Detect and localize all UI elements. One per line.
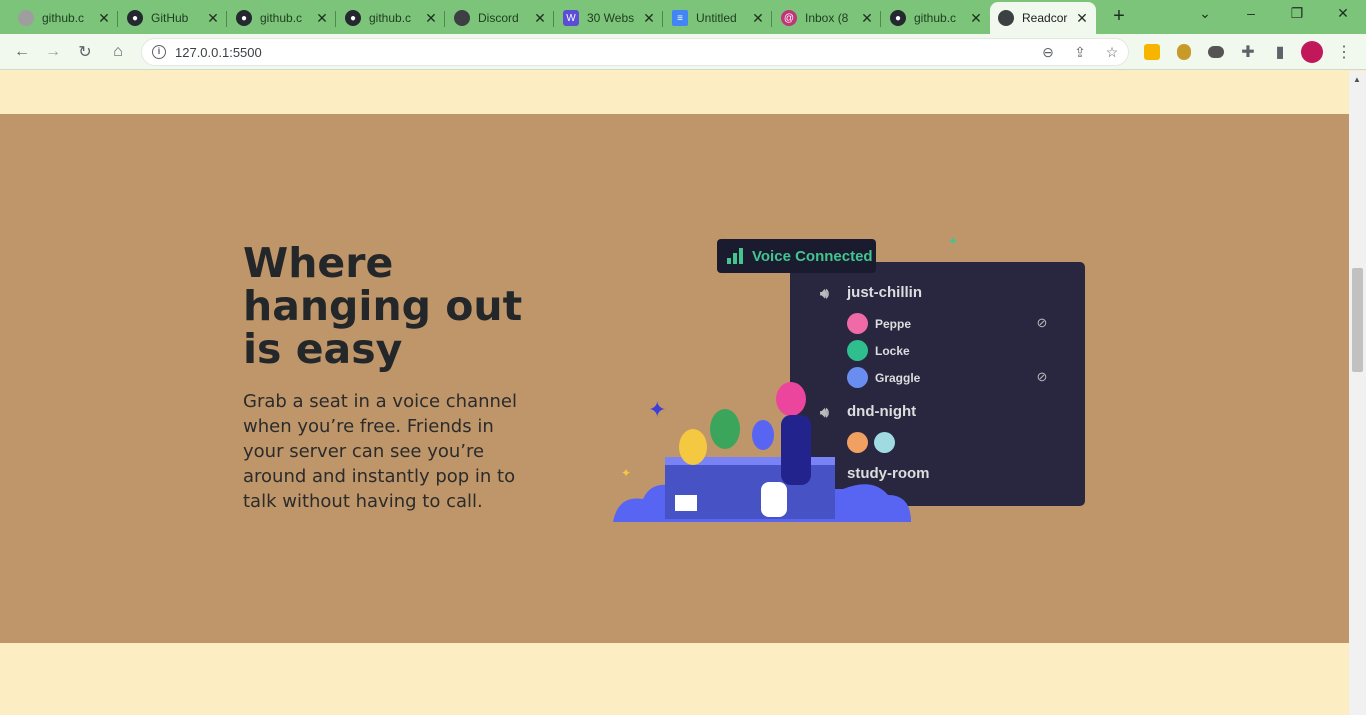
webflow-icon: W xyxy=(563,10,579,26)
tab-3[interactable]: ● github.c ✕ xyxy=(228,4,336,32)
close-icon[interactable]: ✕ xyxy=(425,10,437,27)
tab-9[interactable]: ● github.c ✕ xyxy=(882,4,990,32)
avatar xyxy=(847,340,868,361)
star-icon[interactable]: ☆ xyxy=(1103,44,1121,62)
box xyxy=(675,495,697,511)
scrollbar-thumb[interactable] xyxy=(1352,268,1363,372)
page-viewport: Where hanging out is easy Grab a seat in… xyxy=(0,71,1349,715)
close-icon[interactable]: ✕ xyxy=(861,10,873,27)
docs-icon: ≡ xyxy=(672,10,688,26)
voice-connected-badge: Voice Connected xyxy=(717,239,876,273)
headline: Where hanging out is easy xyxy=(243,239,523,373)
address-bar[interactable]: i 127.0.0.1:5500 ⊖ ⇪ ☆ xyxy=(141,38,1129,66)
pink-character-head xyxy=(776,382,806,416)
extension-keep-icon[interactable] xyxy=(1141,41,1163,63)
browser-toolbar: ← → ↻ ⌂ i 127.0.0.1:5500 ⊖ ⇪ ☆ ✚ ▮ ⋮ xyxy=(0,34,1366,70)
extensions-puzzle-icon[interactable]: ✚ xyxy=(1237,41,1259,63)
tab-title: Readcor xyxy=(1022,11,1068,25)
avatar xyxy=(847,313,868,334)
green-character xyxy=(710,409,740,449)
restore-button[interactable]: ❐ xyxy=(1285,5,1309,25)
github-icon: ● xyxy=(890,10,906,26)
github-icon: ● xyxy=(127,10,143,26)
close-icon[interactable]: ✕ xyxy=(752,10,764,27)
reload-icon[interactable]: ↻ xyxy=(74,41,96,63)
tab-title: github.c xyxy=(914,11,957,25)
back-icon[interactable]: ← xyxy=(11,41,33,63)
member-name: Peppe xyxy=(875,316,912,331)
tab-8[interactable]: @ Inbox (8 ✕ xyxy=(773,4,881,32)
tab-title: Discord xyxy=(478,11,519,25)
tab-5[interactable]: Discord ✕ xyxy=(446,4,554,32)
menu-icon[interactable]: ⋮ xyxy=(1333,41,1355,63)
tab-4[interactable]: ● github.c ✕ xyxy=(337,4,445,32)
tab-6[interactable]: W 30 Webs ✕ xyxy=(555,4,663,32)
close-icon[interactable]: ✕ xyxy=(316,10,328,27)
scrollbar[interactable]: ▲ xyxy=(1349,71,1366,715)
url-text[interactable]: 127.0.0.1:5500 xyxy=(175,45,262,60)
close-icon[interactable]: ✕ xyxy=(1076,10,1088,27)
close-icon[interactable]: ✕ xyxy=(207,10,219,27)
profile-avatar[interactable] xyxy=(1301,41,1323,63)
tab-strip: github.c ✕ ● GitHub ✕ ● github.c ✕ ● git… xyxy=(0,0,1366,34)
extension-lion-icon[interactable] xyxy=(1173,41,1195,63)
mail-icon: @ xyxy=(781,10,797,26)
tab-7[interactable]: ≡ Untitled ✕ xyxy=(664,4,772,32)
description: Grab a seat in a voice channel when you’… xyxy=(243,391,518,512)
sparkle-icon: ✦ xyxy=(948,234,959,248)
pink-character-body xyxy=(781,415,811,485)
tab-title: Untitled xyxy=(696,11,737,25)
close-window-button[interactable]: ✕ xyxy=(1331,5,1355,25)
tab-search-icon[interactable]: ⌄ xyxy=(1193,5,1217,25)
tab-title: github.c xyxy=(260,11,303,25)
github-icon: ● xyxy=(236,10,252,26)
tab-2[interactable]: ● GitHub ✕ xyxy=(119,4,227,32)
share-icon[interactable]: ⇪ xyxy=(1071,44,1089,62)
site-info-icon[interactable]: i xyxy=(152,45,166,59)
forward-icon[interactable]: → xyxy=(42,41,64,63)
tab-title: github.c xyxy=(369,11,412,25)
close-icon[interactable]: ✕ xyxy=(534,10,546,27)
channel-just-chillin[interactable]: 🔊︎ just-chillin xyxy=(820,284,922,301)
close-icon[interactable]: ✕ xyxy=(970,10,982,27)
close-icon[interactable]: ✕ xyxy=(643,10,655,27)
voice-connected-label: Voice Connected xyxy=(752,247,873,265)
member-locke[interactable]: Locke xyxy=(847,340,910,361)
globe-icon xyxy=(454,10,470,26)
side-panel-icon[interactable]: ▮ xyxy=(1269,41,1291,63)
member-peppe[interactable]: Peppe xyxy=(847,313,911,334)
blue-character xyxy=(752,420,774,450)
minimize-button[interactable]: – xyxy=(1239,5,1263,25)
tab-1[interactable]: github.c ✕ xyxy=(10,4,118,32)
zoom-icon[interactable]: ⊖ xyxy=(1039,44,1057,62)
mic-muted-icon: ⊘ xyxy=(1036,369,1048,384)
new-tab-button[interactable]: + xyxy=(1108,6,1130,28)
scroll-up-icon[interactable]: ▲ xyxy=(1353,75,1361,84)
tab-title: GitHub xyxy=(151,11,189,25)
tab-title: github.c xyxy=(42,11,85,25)
signal-icon xyxy=(727,248,743,264)
next-section xyxy=(0,643,1349,715)
github-icon: ● xyxy=(345,10,361,26)
close-icon[interactable]: ✕ xyxy=(98,10,110,27)
home-icon[interactable]: ⌂ xyxy=(107,41,129,63)
member-name: Locke xyxy=(875,343,910,358)
speaker-icon: 🔊︎ xyxy=(820,284,829,301)
mic-muted-icon: ⊘ xyxy=(1036,315,1048,330)
tab-title: 30 Webs xyxy=(587,11,635,25)
yellow-character xyxy=(679,429,707,465)
tab-title: Inbox (8 xyxy=(805,11,849,25)
globe-icon xyxy=(998,10,1014,26)
channel-name: just-chillin xyxy=(847,284,922,301)
controller xyxy=(761,482,787,517)
tab-10-active[interactable]: Readcor ✕ xyxy=(990,2,1096,34)
characters-illustration xyxy=(613,382,911,522)
globe-icon xyxy=(18,10,34,26)
extension-circles-icon[interactable] xyxy=(1205,41,1227,63)
